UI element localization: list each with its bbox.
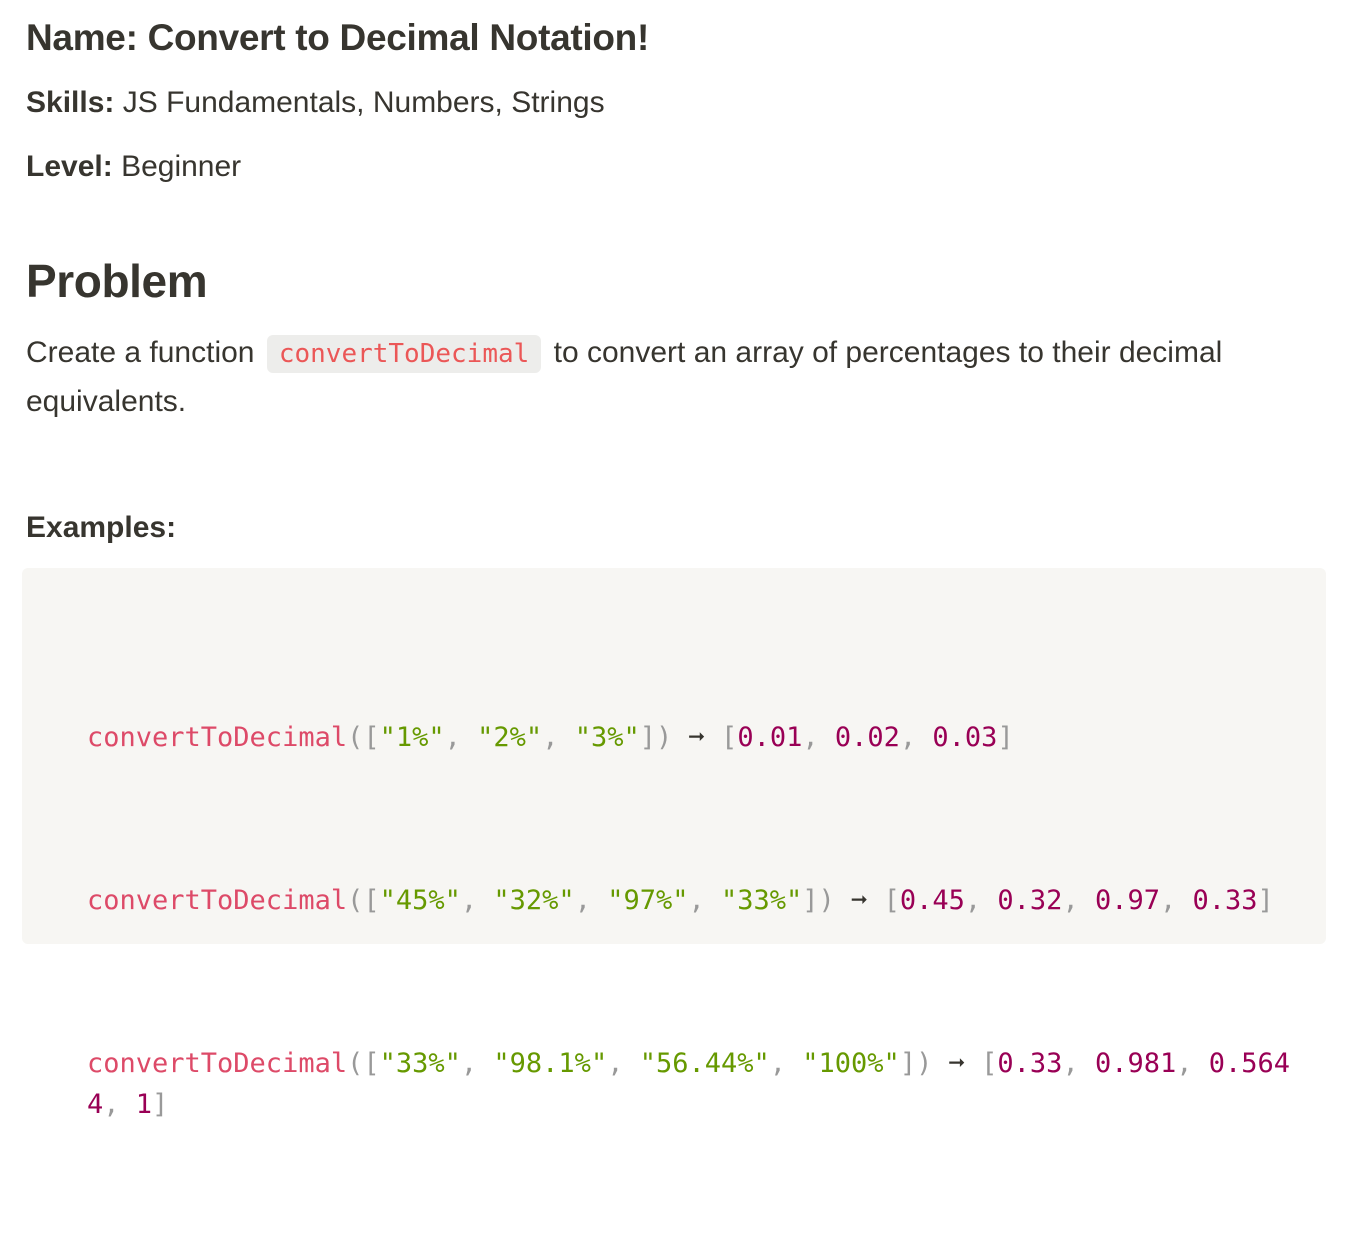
code-string: "56.44%" [639,1048,770,1079]
code-punctuation: , [460,885,494,916]
code-punctuation: ]) [802,885,835,916]
code-punctuation: ([ [347,885,380,916]
code-punctuation: , [607,1048,640,1079]
code-function-name: convertToDecimal [87,722,348,753]
code-punctuation: , [444,722,478,753]
code-number: 0.33 [1192,885,1258,916]
level-line: Level: Beginner [26,147,241,187]
code-punctuation: ]) [639,722,673,753]
code-number: 0.32 [997,885,1063,916]
code-line: convertToDecimal(["33%", "98.1%", "56.44… [87,1043,1297,1125]
skills-value: JS Fundamentals, Numbers, Strings [122,86,605,119]
code-punctuation: , [802,722,835,753]
code-string: "3%" [574,722,640,753]
code-number: 0.45 [899,885,965,916]
problem-heading: Problem [26,255,208,307]
code-number: 1 [135,1089,153,1120]
code-string: "2%" [477,722,543,753]
code-punctuation: ([ [347,722,380,753]
code-punctuation: , [1062,1048,1095,1079]
code-punctuation: ] [1257,885,1274,916]
code-number: 0.97 [1094,885,1160,916]
code-punctuation: [ [883,885,900,916]
code-punctuation: [ [981,1048,998,1079]
code-punctuation: ] [152,1089,169,1120]
problem-description: Create a function convertToDecimal to co… [26,329,1326,426]
code-string: "33%" [721,885,803,916]
code-punctuation: ] [997,722,1014,753]
code-number: 0.02 [834,722,900,753]
code-punctuation: , [460,1048,494,1079]
code-punctuation: , [1176,1048,1209,1079]
code-number: 0.01 [737,722,803,753]
code-number: 0.981 [1094,1048,1177,1079]
skills-line: Skills: JS Fundamentals, Numbers, String… [26,83,605,123]
code-punctuation: [ [721,722,738,753]
code-line: convertToDecimal(["45%", "32%", "97%", "… [87,880,1297,921]
code-function-name: convertToDecimal [87,885,348,916]
code-content: convertToDecimal(["1%", "2%", "3%"]) ➞ [… [87,635,1297,1247]
code-string: "32%" [493,885,575,916]
level-value: Beginner [121,150,242,183]
code-arrow: ➞ [688,722,705,753]
examples-code-block[interactable]: convertToDecimal(["1%", "2%", "3%"]) ➞ [… [22,568,1326,1120]
examples-heading: Examples: [26,511,177,544]
code-punctuation: , [103,1089,136,1120]
code-arrow: ➞ [948,1048,965,1079]
code-string: "98.1%" [493,1048,608,1079]
level-label: Level: [26,150,113,183]
code-punctuation: , [542,722,575,753]
code-punctuation: , [964,885,998,916]
code-punctuation: ]) [899,1048,933,1079]
page-title: Name: Convert to Decimal Notation! [26,17,649,58]
code-line: convertToDecimal(["1%", "2%", "3%"]) ➞ [… [87,717,1297,758]
problem-text-before: Create a function [26,336,255,369]
code-arrow: ➞ [851,885,868,916]
code-punctuation: , [899,722,933,753]
code-number: 0.33 [997,1048,1063,1079]
code-string: "45%" [379,885,461,916]
code-number: 0.03 [932,722,998,753]
code-string: "1%" [379,722,445,753]
code-punctuation: , [769,1048,803,1079]
code-function-name: convertToDecimal [87,1048,348,1079]
function-name-code: convertToDecimal [266,335,542,373]
code-punctuation: , [574,885,608,916]
skills-label: Skills: [26,86,115,119]
code-string: "100%" [802,1048,900,1079]
code-string: "97%" [607,885,689,916]
code-string: "33%" [379,1048,461,1079]
code-punctuation: , [1062,885,1095,916]
code-punctuation: , [688,885,721,916]
code-punctuation: , [1159,885,1193,916]
code-punctuation: ([ [347,1048,380,1079]
